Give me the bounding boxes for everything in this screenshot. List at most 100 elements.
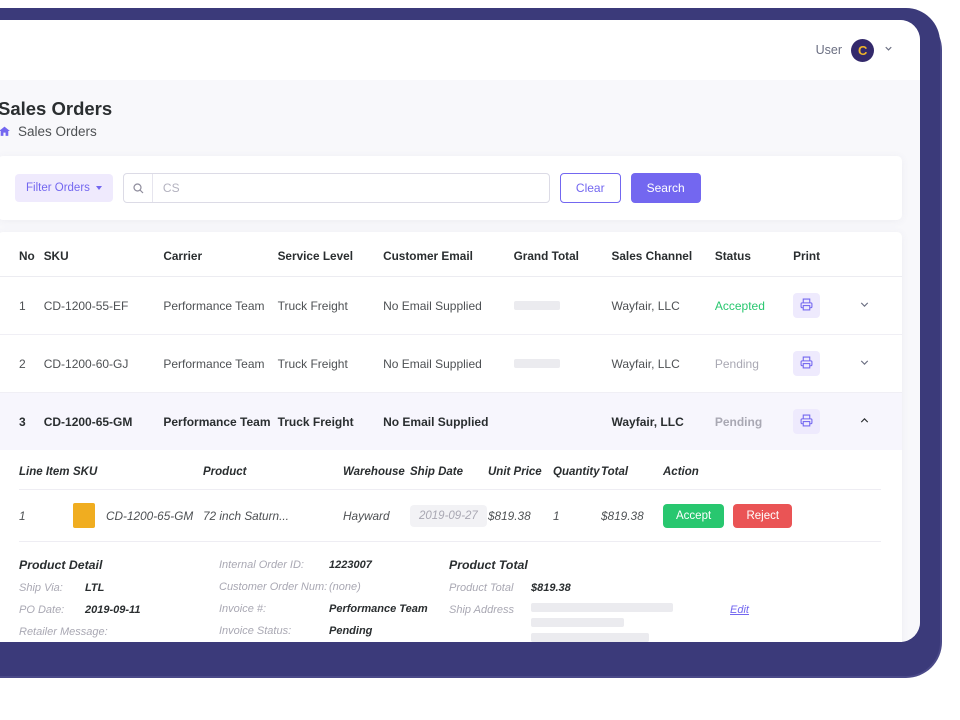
ship-via-label: Ship Via: — [19, 582, 63, 594]
col-product: Product — [203, 450, 343, 490]
line-item-sku-cell: CD-1200-65-GM — [73, 489, 203, 542]
chevron-up-icon — [858, 414, 871, 430]
cell-sku: CD-1200-55-EF — [43, 276, 164, 335]
line-items-table: Line Item SKU Product Warehouse Ship Dat… — [19, 450, 881, 542]
expand-row-button[interactable] — [858, 356, 871, 372]
collapse-row-button[interactable] — [858, 414, 871, 430]
cell-sku: CD-1200-60-GJ — [43, 334, 164, 393]
filter-bar: Filter Orders Clear Search — [0, 156, 902, 220]
filter-orders-button[interactable]: Filter Orders — [15, 174, 113, 202]
product-detail-title: Product Detail — [19, 558, 103, 572]
product-color-swatch — [73, 503, 95, 528]
chevron-down-icon — [858, 298, 871, 314]
po-date-field: PO Date: 2019-09-11 — [19, 603, 219, 618]
status-badge: Accepted — [714, 276, 794, 335]
line-item-product: 72 inch Saturn... — [203, 489, 343, 542]
cell-expand — [858, 276, 902, 335]
line-item-quantity: 1 — [553, 489, 601, 542]
table-row[interactable]: 3 CD-1200-65-GM Performance Team Truck Frei… — [0, 392, 902, 450]
printer-icon — [800, 298, 813, 314]
clear-button[interactable]: Clear — [559, 173, 621, 203]
print-button[interactable] — [793, 293, 821, 318]
search-button[interactable]: Search — [630, 173, 701, 203]
ship-via-value: LTL — [85, 582, 105, 594]
status-badge: Pending — [714, 392, 794, 450]
cell-grand-total — [513, 392, 612, 450]
order-detail-panel: Line Item SKU Product Warehouse Ship Dat… — [0, 450, 902, 642]
printer-icon — [800, 414, 813, 430]
chevron-down-icon — [858, 356, 871, 372]
ship-address-label: Ship Address — [449, 603, 515, 616]
invoice-num-field: Invoice #: Performance Team — [219, 602, 449, 617]
reject-button[interactable]: Reject — [733, 503, 793, 528]
sales-orders-card: No SKU Carrier Service Level Customer Em… — [0, 232, 902, 642]
page-title: Sales Orders — [0, 98, 113, 119]
print-button[interactable] — [793, 351, 821, 376]
col-total: Total — [601, 450, 663, 490]
col-unit-price: Unit Price — [488, 450, 553, 490]
customer-order-num-value: (none) — [329, 580, 361, 593]
product-total-section: Product Total Product Total $819.38 Ship… — [449, 558, 749, 642]
cell-carrier: Performance Team — [163, 276, 278, 335]
avatar[interactable]: C — [851, 38, 874, 62]
ship-address-edit-link[interactable]: Edit — [730, 603, 749, 618]
cell-no: 1 — [0, 276, 44, 335]
breadcrumb-current[interactable]: Sales Orders — [18, 124, 97, 139]
ship-via-field: Ship Via: LTL — [19, 581, 219, 596]
cell-service-level: Truck Freight — [277, 276, 384, 335]
print-button[interactable] — [793, 409, 821, 434]
cell-service-level: Truck Freight — [277, 334, 384, 393]
col-sku: SKU — [73, 450, 203, 490]
cell-expand — [858, 392, 902, 450]
invoice-num-label: Invoice #: — [219, 602, 267, 615]
cell-expand — [858, 334, 902, 393]
col-customer-email: Customer Email — [383, 232, 514, 277]
line-item-row: 1 CD-1200-65-GM 72 inch Saturn... Haywar… — [19, 489, 881, 542]
top-navbar: User C — [0, 20, 920, 80]
col-sku: SKU — [43, 232, 164, 277]
col-print: Print — [793, 232, 859, 277]
customer-order-num-field: Customer Order Num: (none) — [219, 580, 449, 595]
chevron-down-icon — [95, 186, 102, 190]
sales-orders-table: No SKU Carrier Service Level Customer Em… — [0, 232, 902, 450]
printer-icon — [800, 356, 813, 372]
product-total-title: Product Total — [449, 558, 528, 572]
breadcrumb: Sales Orders — [0, 124, 902, 139]
table-row[interactable]: 2 CD-1200-60-GJ Performance Team Truck Frei… — [0, 334, 902, 393]
order-info-row: Product Detail Ship Via: LTL PO Date: 20… — [19, 542, 881, 642]
product-total-value: $819.38 — [531, 582, 571, 594]
search-input[interactable] — [152, 174, 549, 202]
cell-carrier: Performance Team — [163, 334, 278, 393]
col-status: Status — [714, 232, 794, 277]
internal-order-id-value: 1223007 — [329, 559, 372, 571]
line-item-unit-price: $819.38 — [488, 489, 553, 542]
page-body: Sales Orders Sales Orders Filter Orders … — [0, 80, 920, 642]
cell-sales-channel: Wayfair, LLC — [611, 334, 715, 393]
cell-customer-email: No Email Supplied — [383, 392, 514, 450]
user-menu[interactable]: User C — [815, 38, 894, 62]
cell-carrier: Performance Team — [163, 392, 278, 450]
line-item-ship-date-cell: 2019-09-27 — [410, 489, 488, 542]
invoice-num-value: Performance Team — [329, 602, 428, 615]
cell-print — [793, 392, 859, 450]
internal-order-id-label: Internal Order ID: — [219, 559, 304, 571]
cell-customer-email: No Email Supplied — [383, 276, 514, 335]
ship-date-field[interactable]: 2019-09-27 — [410, 504, 487, 527]
po-date-value: 2019-09-11 — [85, 603, 141, 616]
col-grand-total: Grand Total — [513, 232, 612, 277]
invoice-status-field: Invoice Status: Pending — [219, 624, 449, 639]
table-row[interactable]: 1 CD-1200-55-EF Performance Team Truck Frei… — [0, 276, 902, 335]
customer-order-num-label: Customer Order Num: — [219, 580, 328, 593]
col-no: No — [0, 232, 44, 277]
product-detail-section: Product Detail Ship Via: LTL PO Date: 20… — [19, 558, 219, 642]
retailer-message-field: Retailer Message: — [19, 625, 219, 640]
search-box[interactable] — [122, 173, 550, 203]
home-icon[interactable] — [0, 125, 11, 138]
expand-row-button[interactable] — [858, 298, 871, 314]
user-label: User — [815, 43, 842, 57]
accept-button[interactable]: Accept — [663, 503, 725, 528]
filter-orders-label: Filter Orders — [26, 182, 90, 194]
line-item-actions: Accept Reject — [663, 489, 881, 542]
avatar-initial: C — [858, 42, 867, 58]
chevron-down-icon[interactable] — [883, 41, 894, 59]
